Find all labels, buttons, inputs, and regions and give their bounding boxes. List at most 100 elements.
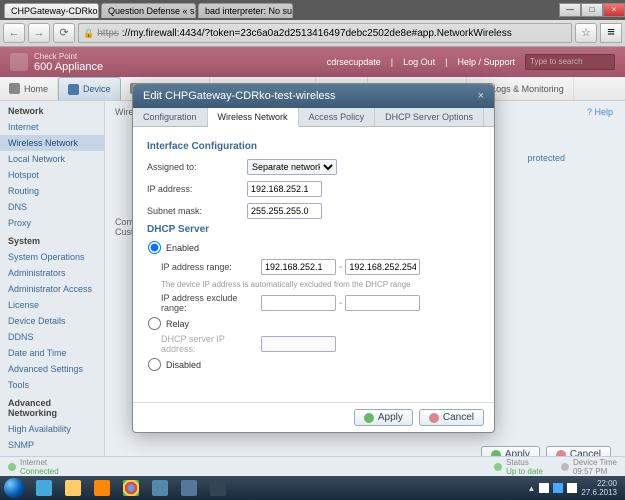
sidebar-item[interactable]: SNMP <box>0 437 104 453</box>
brand-model: 600 Appliance <box>34 61 103 73</box>
apply-button[interactable]: Apply <box>354 409 413 426</box>
close-icon[interactable]: × <box>478 90 484 102</box>
bookmark-button[interactable]: ☆ <box>575 23 597 43</box>
status-dot-icon <box>494 463 502 471</box>
status-label: Status <box>506 458 543 467</box>
ip-label: IP address: <box>147 184 247 194</box>
menu-button[interactable]: ≡ <box>600 23 622 43</box>
taskbar-app[interactable] <box>175 478 203 498</box>
exclude-start-input[interactable] <box>261 295 336 311</box>
minimize-button[interactable]: — <box>559 3 581 17</box>
help-link[interactable]: ? Help <box>587 107 613 117</box>
tab-configuration[interactable]: Configuration <box>133 108 208 126</box>
taskbar-media[interactable] <box>88 478 116 498</box>
system-tray[interactable]: ▲ 22:00 27.6.2013 <box>527 479 621 497</box>
tray-arrow-icon[interactable]: ▲ <box>527 484 535 493</box>
start-button[interactable] <box>4 478 24 498</box>
sidebar-item-routing[interactable]: Routing <box>0 183 104 199</box>
dhcp-enabled-radio[interactable] <box>148 241 161 254</box>
assigned-to-select[interactable]: Separate network <box>247 159 337 175</box>
taskbar-explorer[interactable] <box>59 478 87 498</box>
ip-input[interactable] <box>247 181 322 197</box>
sidebar-item[interactable]: Date and Time <box>0 345 104 361</box>
taskbar-ie[interactable] <box>30 478 58 498</box>
help-link[interactable]: Help / Support <box>457 57 515 67</box>
url-field[interactable]: 🔒 https://my.firewall:4434/?token=23c6a0… <box>78 23 572 43</box>
app-header: Check Point 600 Appliance cdrsecupdate |… <box>0 47 625 77</box>
cancel-button[interactable]: Cancel <box>419 409 484 426</box>
sidebar-item[interactable]: High Availability <box>0 421 104 437</box>
sidebar-item[interactable]: System Operations <box>0 249 104 265</box>
device-icon <box>68 84 79 95</box>
status-bar: Internet Connected Status Up to date Dev… <box>0 456 625 476</box>
sidebar-heading: Advanced Networking <box>0 393 104 421</box>
reload-button[interactable]: ⟳ <box>53 23 75 43</box>
sidebar-item-dns[interactable]: DNS <box>0 199 104 215</box>
disabled-label: Disabled <box>166 360 201 370</box>
dialog-footer: Apply Cancel <box>133 402 494 432</box>
device-time-value: 09:57 PM <box>573 467 617 476</box>
dialog-title-bar: Edit CHPGateway-CDRko-test-wireless × <box>133 84 494 108</box>
browser-tab[interactable]: bad interpreter: No such f× <box>198 3 293 18</box>
browser-tab[interactable]: Question Defense « sage× <box>101 3 196 18</box>
sidebar-item[interactable]: Administrators <box>0 265 104 281</box>
range-end-input[interactable] <box>345 259 420 275</box>
sidebar-item-local[interactable]: Local Network <box>0 151 104 167</box>
assigned-to-label: Assigned to: <box>147 162 247 172</box>
sidebar-item-internet[interactable]: Internet <box>0 119 104 135</box>
sidebar-item-wireless[interactable]: Wireless Network <box>0 135 104 151</box>
search-input[interactable]: Type to search <box>525 54 615 70</box>
taskbar-paint[interactable] <box>204 478 232 498</box>
windows-taskbar: ▲ 22:00 27.6.2013 <box>0 476 625 500</box>
sidebar-item-proxy[interactable]: Proxy <box>0 215 104 231</box>
sidebar-item-hotspot[interactable]: Hotspot <box>0 167 104 183</box>
nav-device[interactable]: Device <box>58 77 121 100</box>
edit-wireless-dialog: Edit CHPGateway-CDRko-test-wireless × Co… <box>132 83 495 433</box>
range-start-input[interactable] <box>261 259 336 275</box>
dialog-tabs: Configuration Wireless Network Access Po… <box>133 108 494 127</box>
tray-icon[interactable] <box>539 483 549 493</box>
dhcp-disabled-radio[interactable] <box>148 358 161 371</box>
sidebar-heading: Network <box>0 101 104 119</box>
forward-button[interactable]: → <box>28 23 50 43</box>
internet-label: Internet <box>20 458 59 467</box>
mask-label: Subnet mask: <box>147 206 247 216</box>
mask-input[interactable] <box>247 203 322 219</box>
browser-chrome: CHPGateway-CDRko-tes× Question Defense «… <box>0 0 625 47</box>
brand-label: Check Point <box>34 52 103 61</box>
logout-link[interactable]: Log Out <box>403 57 435 67</box>
sidebar-item[interactable]: DDNS <box>0 329 104 345</box>
internet-value: Connected <box>20 467 59 476</box>
tab-dhcp-options[interactable]: DHCP Server Options <box>375 108 484 126</box>
protected-label: protected <box>527 153 565 163</box>
exclude-label: IP address exclude range: <box>147 293 261 313</box>
tab-access-policy[interactable]: Access Policy <box>299 108 376 126</box>
tray-icon[interactable] <box>553 483 563 493</box>
exclude-end-input[interactable] <box>345 295 420 311</box>
status-dot-icon <box>8 463 16 471</box>
range-label: IP address range: <box>147 262 261 272</box>
enabled-label: Enabled <box>166 243 199 253</box>
sidebar-item[interactable]: Device Details <box>0 313 104 329</box>
browser-tab[interactable]: CHPGateway-CDRko-tes× <box>4 3 99 18</box>
taskbar-vbox[interactable] <box>146 478 174 498</box>
lock-icon: 🔒 <box>83 28 94 39</box>
tab-wireless-network[interactable]: Wireless Network <box>208 108 299 127</box>
tray-volume-icon[interactable] <box>567 483 577 493</box>
sidebar-item[interactable]: Administrator Access <box>0 281 104 297</box>
back-button[interactable]: ← <box>3 23 25 43</box>
dhcp-relay-radio[interactable] <box>148 317 161 330</box>
sidebar-item[interactable]: Advanced Settings <box>0 361 104 377</box>
nav-home[interactable]: Home <box>0 77 58 100</box>
username-label: cdrsecupdate <box>327 57 381 67</box>
check-icon <box>364 413 374 423</box>
sidebar-item[interactable]: Tools <box>0 377 104 393</box>
taskbar-clock[interactable]: 22:00 27.6.2013 <box>581 479 621 497</box>
dialog-body: Interface Configuration Assigned to: Sep… <box>133 127 494 402</box>
status-value: Up to date <box>506 467 543 476</box>
taskbar-chrome[interactable] <box>117 478 145 498</box>
close-button[interactable]: × <box>603 3 625 17</box>
maximize-button[interactable]: □ <box>581 3 603 17</box>
sidebar: Network Internet Wireless Network Local … <box>0 101 105 491</box>
sidebar-item[interactable]: License <box>0 297 104 313</box>
